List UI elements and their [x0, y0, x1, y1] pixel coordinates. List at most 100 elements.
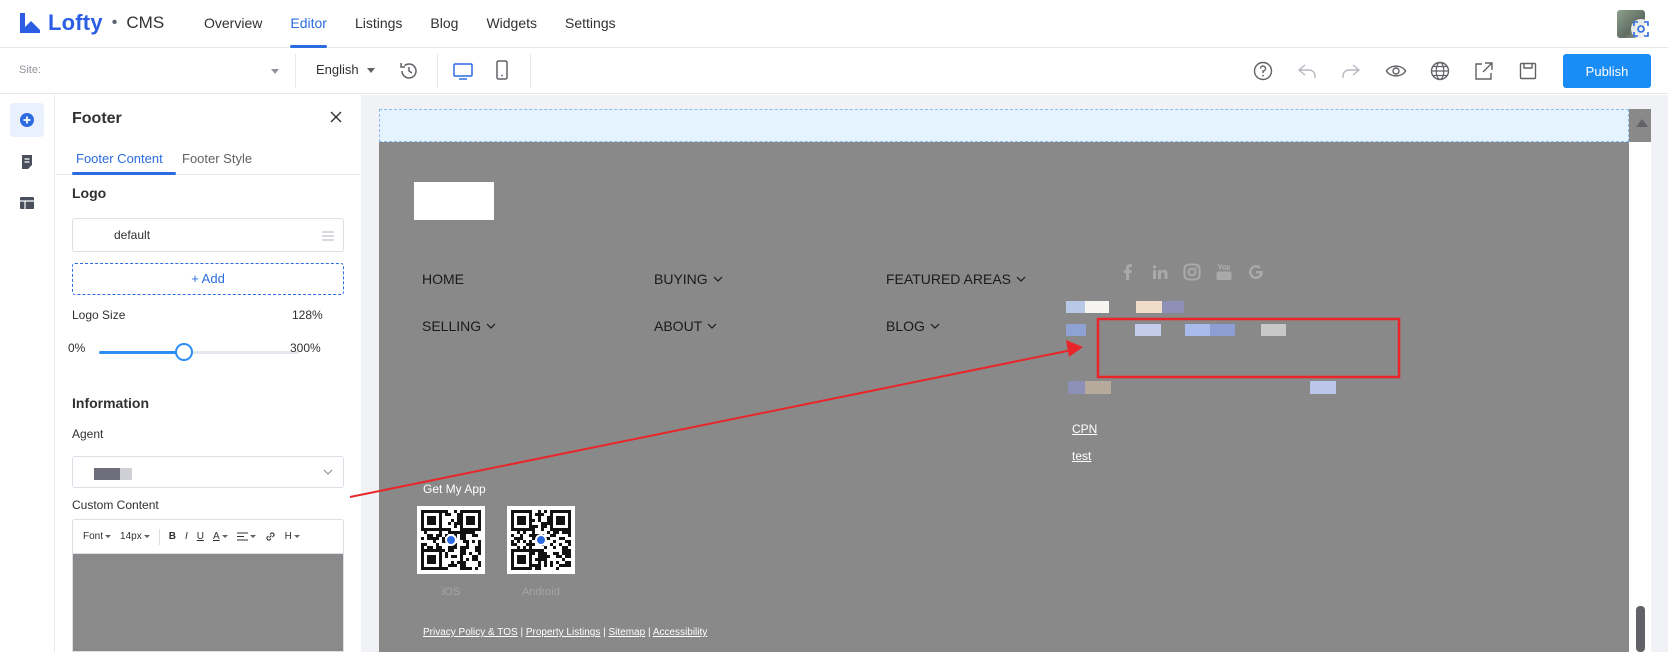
- redacted-contact-block: [1085, 381, 1111, 394]
- text-color-button[interactable]: A: [213, 531, 228, 542]
- redo-icon[interactable]: [1340, 60, 1362, 82]
- google-icon[interactable]: [1247, 263, 1265, 281]
- qr-android-label: Android: [522, 586, 560, 598]
- nav-overview[interactable]: Overview: [204, 0, 262, 48]
- mobile-view-icon[interactable]: [491, 59, 513, 81]
- scroll-up-arrow-icon[interactable]: [1636, 119, 1648, 127]
- language-select[interactable]: English: [316, 62, 359, 77]
- nav-editor[interactable]: Editor: [290, 0, 327, 48]
- footer-preview[interactable]: HOME BUYING FEATURED AREAS SELLING ABOUT…: [379, 109, 1651, 652]
- redacted-contact-block: [1185, 324, 1211, 336]
- slider-max-label: 300%: [290, 341, 321, 355]
- legal-separator: |: [603, 627, 606, 638]
- get-app-heading: Get My App: [423, 482, 486, 496]
- undo-icon[interactable]: [1296, 60, 1318, 82]
- bold-button[interactable]: B: [169, 531, 176, 542]
- menu-label: SELLING: [422, 318, 482, 334]
- save-icon[interactable]: [1517, 60, 1539, 82]
- nav-settings[interactable]: Settings: [565, 0, 616, 48]
- footer-menu-home[interactable]: HOME: [422, 271, 464, 287]
- help-icon[interactable]: [1252, 60, 1274, 82]
- underline-button[interactable]: U: [197, 531, 204, 542]
- rail-add-section[interactable]: [10, 103, 44, 137]
- rail-layout[interactable]: [10, 186, 44, 220]
- footer-menu-about[interactable]: ABOUT: [654, 318, 717, 334]
- desktop-view-icon[interactable]: [452, 60, 474, 82]
- preview-eye-icon[interactable]: [1385, 60, 1407, 82]
- add-logo-button[interactable]: + Add: [72, 263, 344, 295]
- nav-widgets[interactable]: Widgets: [486, 0, 537, 48]
- link-icon: [266, 532, 275, 541]
- site-select-label[interactable]: Site:: [19, 64, 41, 76]
- menu-label: ABOUT: [654, 318, 703, 334]
- close-icon[interactable]: [328, 109, 344, 125]
- screenshot-scan-icon[interactable]: [1630, 18, 1652, 40]
- agent-redacted-block: [120, 468, 132, 480]
- logo-item-name: default: [114, 228, 151, 242]
- font-label: Font: [83, 531, 104, 542]
- accessibility-link[interactable]: Accessibility: [653, 627, 707, 638]
- agent-select[interactable]: [72, 456, 344, 488]
- font-family-select[interactable]: Font: [83, 531, 112, 542]
- logo-size-slider-track[interactable]: [99, 351, 299, 354]
- redacted-contact-block: [1162, 301, 1184, 313]
- footer-menu-blog[interactable]: BLOG: [886, 318, 940, 334]
- editor-toolbar: Site: English Publish: [0, 48, 1668, 94]
- custom-content-editor[interactable]: [72, 553, 344, 652]
- lofty-logo-icon: [20, 13, 40, 33]
- font-size-select[interactable]: 14px: [120, 531, 150, 542]
- footer-menu-featured-areas[interactable]: FEATURED AREAS: [886, 271, 1026, 287]
- nav-listings[interactable]: Listings: [355, 0, 402, 48]
- publish-button[interactable]: Publish: [1563, 54, 1651, 88]
- footer-site-logo[interactable]: [414, 182, 494, 220]
- align-button[interactable]: [236, 532, 256, 541]
- text-color-label: A: [212, 531, 220, 542]
- agent-redacted-block: [94, 468, 120, 480]
- linkedin-icon[interactable]: [1151, 263, 1169, 281]
- heading-select[interactable]: H: [285, 531, 300, 542]
- align-left-icon: [236, 532, 248, 541]
- instagram-icon[interactable]: [1183, 263, 1201, 281]
- facebook-icon[interactable]: [1119, 263, 1137, 281]
- history-icon[interactable]: [398, 60, 420, 82]
- brand[interactable]: Lofty • CMS: [17, 10, 164, 36]
- logo-item[interactable]: default: [72, 218, 344, 252]
- rail-pages[interactable]: [10, 145, 44, 179]
- logo-thumbnail: [81, 226, 103, 244]
- drag-handle-icon[interactable]: [321, 230, 335, 242]
- android-qr-code[interactable]: [507, 506, 575, 574]
- globe-icon[interactable]: [1429, 60, 1451, 82]
- sitemap-link[interactable]: Sitemap: [609, 627, 646, 638]
- redacted-contact-block: [1135, 324, 1161, 336]
- tab-footer-content[interactable]: Footer Content: [76, 151, 163, 166]
- youtube-icon[interactable]: [1215, 263, 1233, 281]
- legal-links: Privacy Policy & TOS | Property Listings…: [423, 627, 707, 638]
- ios-qr-code[interactable]: [417, 506, 485, 574]
- active-tab-indicator: [72, 172, 176, 175]
- agent-label: Agent: [72, 427, 104, 441]
- preview-scrollbar-rail[interactable]: [1629, 142, 1651, 652]
- italic-button[interactable]: I: [185, 531, 188, 542]
- nav-blog[interactable]: Blog: [430, 0, 458, 48]
- share-export-icon[interactable]: [1473, 60, 1495, 82]
- chevron-down-icon: [707, 323, 717, 329]
- footer-menu-selling[interactable]: SELLING: [422, 318, 496, 334]
- top-navigation-bar: Lofty • CMS Overview Editor Listings Blo…: [0, 0, 1668, 48]
- caret-icon: [249, 535, 256, 538]
- section-drop-zone[interactable]: [379, 109, 1629, 142]
- custom-content-label: Custom Content: [72, 498, 159, 512]
- site-select-caret-icon[interactable]: [271, 69, 279, 74]
- preview-scrollbar-thumb[interactable]: [1636, 606, 1645, 652]
- footer-menu-buying[interactable]: BUYING: [654, 271, 723, 287]
- tab-footer-style[interactable]: Footer Style: [182, 151, 252, 166]
- qr-ios-label: iOS: [441, 586, 461, 598]
- logo-size-slider-handle[interactable]: [175, 343, 194, 361]
- link-button[interactable]: [265, 531, 276, 542]
- privacy-policy-link[interactable]: Privacy Policy & TOS: [423, 627, 518, 638]
- toolbar-divider: [158, 528, 160, 545]
- footer-link-test[interactable]: test: [1072, 449, 1091, 463]
- redacted-contact-block: [1136, 301, 1162, 313]
- property-listings-link[interactable]: Property Listings: [526, 627, 600, 638]
- language-caret-icon[interactable]: [367, 68, 375, 73]
- footer-link-cpn[interactable]: CPN: [1072, 422, 1097, 436]
